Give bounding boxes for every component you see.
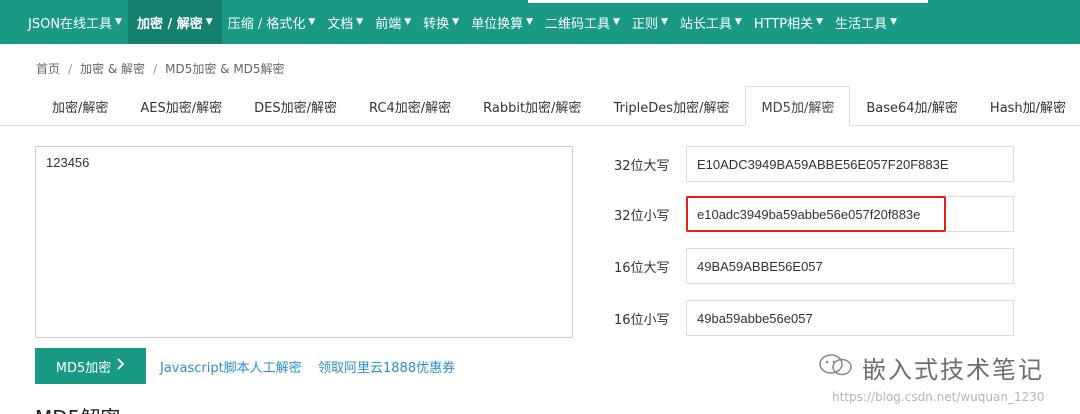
tab-rabbit[interactable]: Rabbit加密/解密 [467, 86, 597, 126]
top-strip-decoration [528, 0, 928, 3]
caret-down-icon: ▼ [890, 17, 897, 27]
caret-down-icon: ▼ [308, 17, 316, 27]
nav-compress-format[interactable]: 压缩 / 格式化 ▼ [222, 0, 322, 44]
caret-down-icon: ▼ [356, 17, 364, 27]
result-upper32-field[interactable]: E10ADC3949BA59ABBE56E057F20F883E [686, 146, 1014, 182]
nav-json-tools[interactable]: JSON在线工具 ▼ [22, 0, 128, 44]
nav-convert[interactable]: 转换 ▼ [417, 0, 465, 44]
tab-rc4[interactable]: RC4加密/解密 [353, 86, 467, 126]
tab-des[interactable]: DES加密/解密 [238, 86, 353, 126]
result-upper16-label: 16位大写 [614, 260, 670, 276]
breadcrumb: 首页 / 加密 & 解密 / MD5加密 & MD5解密 [36, 60, 285, 77]
tab-md5[interactable]: MD5加/解密 [745, 86, 851, 126]
result-lower32-label: 32位小写 [614, 208, 670, 224]
top-navigation-bar: JSON在线工具 ▼ 加密 / 解密 ▼ 压缩 / 格式化 ▼ 文档 ▼ 前端 ▼ 转换 ▼… [0, 0, 1080, 44]
plaintext-input[interactable]: 123456 [35, 146, 573, 338]
md5-encrypt-button-label: MD5加密 [55, 360, 112, 376]
nav-frontend[interactable]: 前端 ▼ [369, 0, 417, 44]
breadcrumb-separator: / [153, 61, 158, 76]
caret-down-icon: ▼ [526, 17, 534, 27]
breadcrumb-encrypt-decrypt[interactable]: 加密 & 解密 [80, 60, 145, 77]
tab-base64[interactable]: Base64加/解密 [850, 86, 974, 126]
manual-decrypt-link[interactable]: Javascript脚本人工解密 [160, 357, 302, 376]
result-lower32-row: 32位小写 e10adc3949ba59abbe56e057f20f883e [614, 196, 1014, 232]
caret-down-icon: ▼ [452, 17, 460, 27]
result-upper16-row: 16位大写 49BA59ABBE56E057 [614, 248, 1014, 284]
caret-down-icon: ▼ [734, 17, 742, 27]
caret-down-icon: ▼ [660, 17, 668, 27]
nav-webmaster-tools[interactable]: 站长工具 ▼ [674, 0, 748, 44]
result-lower16-label: 16位小写 [614, 312, 670, 328]
wechat-logo-icon [818, 352, 854, 378]
caret-down-icon: ▼ [205, 17, 213, 27]
tab-encrypt-decrypt[interactable]: 加密/解密 [36, 86, 124, 126]
nav-regex[interactable]: 正则 ▼ [626, 0, 674, 44]
md5-decrypt-heading: MD5解密 [35, 402, 120, 414]
caret-down-icon: ▼ [115, 17, 122, 27]
breadcrumb-current: MD5加密 & MD5解密 [165, 62, 285, 76]
chevron-right-icon [117, 358, 125, 374]
breadcrumb-separator: / [68, 61, 73, 76]
result-lower32-field[interactable]: e10adc3949ba59abbe56e057f20f883e [686, 196, 1014, 232]
result-upper32-label: 32位大写 [614, 158, 670, 174]
tab-tripledes[interactable]: TripleDes加密/解密 [597, 86, 745, 126]
watermark-title: 嵌入式技术笔记 [862, 356, 1044, 384]
tool-tabs: 加密/解密 AES加密/解密 DES加密/解密 RC4加密/解密 Rabbit加… [0, 86, 1080, 126]
tab-hash[interactable]: Hash加/解密 [974, 86, 1080, 126]
result-lower16-field[interactable]: 49ba59abbe56e057 [686, 300, 1014, 336]
nav-docs[interactable]: 文档 ▼ [321, 0, 369, 44]
nav-http[interactable]: HTTP相关 ▼ [748, 0, 829, 44]
result-upper32-row: 32位大写 E10ADC3949BA59ABBE56E057F20F883E [614, 146, 1014, 182]
result-lower16-row: 16位小写 49ba59abbe56e057 [614, 300, 1014, 336]
caret-down-icon: ▼ [404, 17, 412, 27]
nav-encrypt-decrypt[interactable]: 加密 / 解密 ▼ [127, 0, 222, 44]
breadcrumb-home[interactable]: 首页 [36, 60, 60, 77]
result-upper16-field[interactable]: 49BA59ABBE56E057 [686, 248, 1014, 284]
caret-down-icon: ▼ [816, 17, 824, 27]
nav-unit-conversion[interactable]: 单位换算 ▼ [465, 0, 539, 44]
caret-down-icon: ▼ [613, 17, 620, 27]
md5-encrypt-button[interactable]: MD5加密 [35, 348, 146, 384]
watermark-url: https://blog.csdn.net/wuquan_1230 [832, 390, 1045, 404]
nav-life-tools[interactable]: 生活工具 ▼ [829, 0, 903, 44]
nav-qrcode-tools[interactable]: 二维码工具 ▼ [539, 0, 626, 44]
aliyun-coupon-link[interactable]: 领取阿里云1888优惠券 [318, 357, 455, 376]
tab-aes[interactable]: AES加密/解密 [124, 86, 238, 126]
